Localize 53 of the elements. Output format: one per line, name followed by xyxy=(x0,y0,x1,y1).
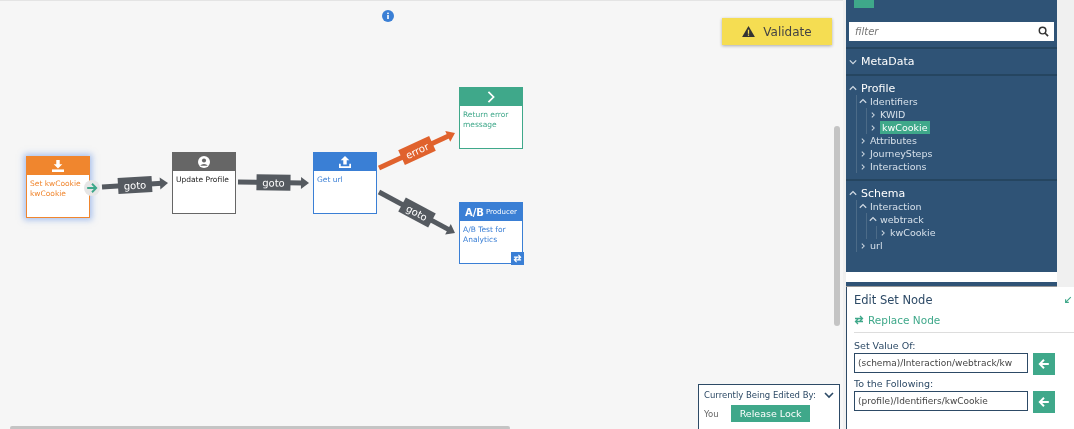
section-heading[interactable]: Profile xyxy=(861,82,896,95)
search-icon[interactable] xyxy=(1038,26,1049,37)
caret-icon[interactable] xyxy=(849,84,857,93)
arrow-icon[interactable] xyxy=(84,180,100,196)
caret-icon[interactable] xyxy=(879,228,887,237)
chevron-icon xyxy=(485,91,497,103)
swap-icon[interactable] xyxy=(513,254,522,263)
caret-icon[interactable] xyxy=(859,97,867,106)
chevron-down-icon[interactable] xyxy=(824,390,834,400)
swap-icon xyxy=(854,315,864,325)
user-icon xyxy=(198,156,210,168)
scrollbar[interactable] xyxy=(10,426,510,429)
caret-icon[interactable] xyxy=(859,136,867,145)
tree-item[interactable]: webtrack xyxy=(880,213,924,226)
arrow-left-icon xyxy=(1038,358,1050,370)
caret-icon[interactable] xyxy=(869,110,877,119)
caret-icon[interactable] xyxy=(859,202,867,211)
field-label: Set Value Of: xyxy=(854,340,917,351)
editor-name: You xyxy=(704,408,719,419)
collapse-icon[interactable] xyxy=(1064,296,1072,304)
arrow-left-button[interactable] xyxy=(1033,391,1055,413)
tree-item[interactable]: kwCookie xyxy=(890,226,936,239)
section-heading[interactable]: Schema xyxy=(861,187,906,200)
tree-item[interactable]: Identifiers xyxy=(870,95,918,108)
upload-icon xyxy=(339,156,351,168)
scrollbar[interactable] xyxy=(834,126,840,326)
tree-item[interactable]: Attributes xyxy=(870,134,917,147)
tree-item[interactable]: JourneySteps xyxy=(870,147,933,160)
panel-title: Edit Set Node xyxy=(854,293,933,307)
warning-icon xyxy=(742,26,756,37)
filter-field[interactable]: filter xyxy=(849,22,1054,41)
arrow-left-button[interactable] xyxy=(1033,353,1055,375)
validate-button[interactable]: Validate xyxy=(722,18,832,45)
caret-icon[interactable] xyxy=(859,241,867,250)
arrow-left-icon xyxy=(1038,396,1050,408)
tree-item[interactable]: KWID xyxy=(880,108,906,121)
caret-icon[interactable] xyxy=(859,149,867,158)
info-icon[interactable] xyxy=(382,10,394,22)
caret-icon[interactable] xyxy=(869,215,877,224)
section-heading[interactable]: MetaData xyxy=(861,55,915,68)
caret-icon[interactable] xyxy=(849,189,857,198)
lock-title: Currently Being Edited By: xyxy=(704,390,816,400)
tree-item[interactable]: url xyxy=(870,239,883,252)
field-label: To the Following: xyxy=(854,378,935,389)
tree-item[interactable]: Interaction xyxy=(870,200,922,213)
caret-icon[interactable] xyxy=(859,162,867,171)
download-icon xyxy=(52,160,64,172)
node-type-label: A/B xyxy=(464,206,484,218)
caret-icon[interactable] xyxy=(849,57,857,66)
caret-icon[interactable] xyxy=(869,123,877,132)
tree-item[interactable]: Interactions xyxy=(870,160,927,173)
text-field[interactable]: (profile)/Identifiers/kwCookie xyxy=(854,391,1028,411)
text-field[interactable]: (schema)/Interaction/webtrack/kw xyxy=(854,353,1028,373)
